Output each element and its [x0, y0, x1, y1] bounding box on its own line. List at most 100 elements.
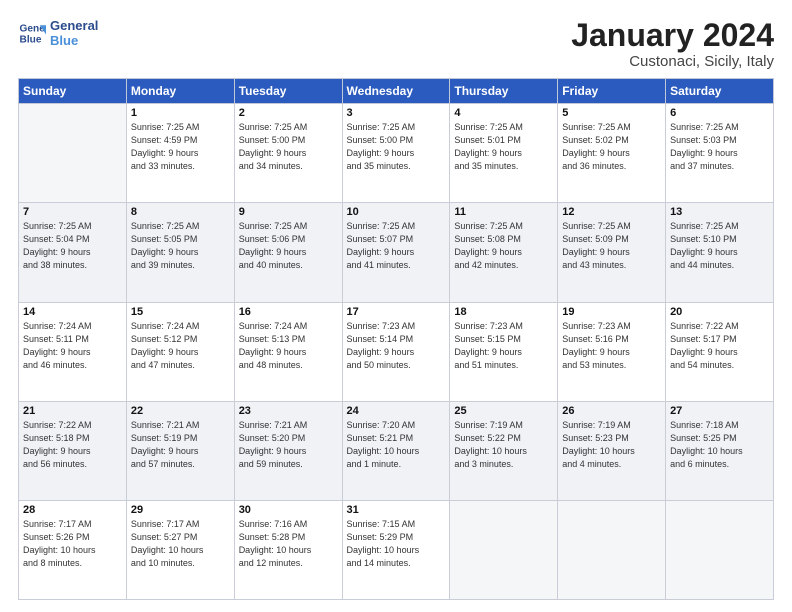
- day-number: 11: [454, 206, 553, 218]
- day-number: 3: [347, 107, 446, 119]
- day-info: Sunrise: 7:24 AM Sunset: 5:13 PM Dayligh…: [239, 320, 338, 372]
- day-info: Sunrise: 7:22 AM Sunset: 5:18 PM Dayligh…: [23, 419, 122, 471]
- day-number: 27: [670, 405, 769, 417]
- calendar-cell: 23Sunrise: 7:21 AM Sunset: 5:20 PM Dayli…: [234, 401, 342, 500]
- calendar-table: SundayMondayTuesdayWednesdayThursdayFrid…: [18, 78, 774, 600]
- day-number: 31: [347, 504, 446, 516]
- calendar-cell: 4Sunrise: 7:25 AM Sunset: 5:01 PM Daylig…: [450, 104, 558, 203]
- day-number: 2: [239, 107, 338, 119]
- day-number: 18: [454, 306, 553, 318]
- day-info: Sunrise: 7:16 AM Sunset: 5:28 PM Dayligh…: [239, 518, 338, 570]
- day-number: 1: [131, 107, 230, 119]
- location: Custonaci, Sicily, Italy: [571, 53, 774, 70]
- calendar-cell: 10 Sunrise: 7:25 AM Sunset: 5:07 PM Dayli…: [342, 203, 450, 302]
- calendar-cell: 3 Sunrise: 7:25 AM Sunset: 5:00 PM Daylig…: [342, 104, 450, 203]
- week-row-4: 21 Sunrise: 7:22 AM Sunset: 5:18 PM Dayli…: [19, 401, 774, 500]
- day-info: Sunrise: 7:25 AM Sunset: 5:03 PM Dayligh…: [670, 121, 769, 173]
- day-info: Sunrise: 7:25 AM Sunset: 5:00 PM Dayligh…: [239, 121, 338, 173]
- day-info: Sunrise: 7:25 AM Sunset: 5:07 PM Dayligh…: [347, 220, 446, 272]
- day-info: Sunrise: 7:20 AM Sunset: 5:21 PM Dayligh…: [347, 419, 446, 471]
- day-info: Sunrise: 7:25 AM Sunset: 5:00 PM Dayligh…: [347, 121, 446, 173]
- calendar-cell: [666, 500, 774, 599]
- day-info: Sunrise: 7:25 AM Sunset: 5:04 PM Dayligh…: [23, 220, 122, 272]
- calendar-cell: 20Sunrise: 7:22 AM Sunset: 5:17 PM Dayli…: [666, 302, 774, 401]
- day-info: Sunrise: 7:25 AM Sunset: 5:02 PM Dayligh…: [562, 121, 661, 173]
- weekday-sunday: Sunday: [19, 79, 127, 104]
- calendar-cell: 9 Sunrise: 7:25 AM Sunset: 5:06 PM Daylig…: [234, 203, 342, 302]
- day-number: 20: [670, 306, 769, 318]
- week-row-1: 1Sunrise: 7:25 AM Sunset: 4:59 PM Daylig…: [19, 104, 774, 203]
- calendar-cell: 27 Sunrise: 7:18 AM Sunset: 5:25 PM Dayli…: [666, 401, 774, 500]
- day-number: 12: [562, 206, 661, 218]
- calendar-cell: 7Sunrise: 7:25 AM Sunset: 5:04 PM Daylig…: [19, 203, 127, 302]
- month-title: January 2024: [571, 18, 774, 53]
- calendar-cell: 2 Sunrise: 7:25 AM Sunset: 5:00 PM Daylig…: [234, 104, 342, 203]
- weekday-saturday: Saturday: [666, 79, 774, 104]
- calendar-cell: 29 Sunrise: 7:17 AM Sunset: 5:27 PM Dayli…: [126, 500, 234, 599]
- day-info: Sunrise: 7:23 AM Sunset: 5:16 PM Dayligh…: [562, 320, 661, 372]
- day-number: 13: [670, 206, 769, 218]
- day-number: 8: [131, 206, 230, 218]
- calendar-cell: 28Sunrise: 7:17 AM Sunset: 5:26 PM Dayli…: [19, 500, 127, 599]
- calendar-cell: 22 Sunrise: 7:21 AM Sunset: 5:19 PM Dayli…: [126, 401, 234, 500]
- day-number: 15: [131, 306, 230, 318]
- day-number: 9: [239, 206, 338, 218]
- day-number: 25: [454, 405, 553, 417]
- day-number: 16: [239, 306, 338, 318]
- header: General Blue General Blue January 2024 C…: [18, 18, 774, 70]
- calendar-cell: 30 Sunrise: 7:16 AM Sunset: 5:28 PM Dayli…: [234, 500, 342, 599]
- day-info: Sunrise: 7:23 AM Sunset: 5:15 PM Dayligh…: [454, 320, 553, 372]
- calendar-cell: 5 Sunrise: 7:25 AM Sunset: 5:02 PM Daylig…: [558, 104, 666, 203]
- calendar-cell: 26 Sunrise: 7:19 AM Sunset: 5:23 PM Dayli…: [558, 401, 666, 500]
- week-row-5: 28Sunrise: 7:17 AM Sunset: 5:26 PM Dayli…: [19, 500, 774, 599]
- calendar-cell: [450, 500, 558, 599]
- day-number: 5: [562, 107, 661, 119]
- weekday-header-row: SundayMondayTuesdayWednesdayThursdayFrid…: [19, 79, 774, 104]
- calendar-cell: 1Sunrise: 7:25 AM Sunset: 4:59 PM Daylig…: [126, 104, 234, 203]
- calendar-cell: 15Sunrise: 7:24 AM Sunset: 5:12 PM Dayli…: [126, 302, 234, 401]
- calendar-cell: 19 Sunrise: 7:23 AM Sunset: 5:16 PM Dayli…: [558, 302, 666, 401]
- day-info: Sunrise: 7:19 AM Sunset: 5:23 PM Dayligh…: [562, 419, 661, 471]
- day-info: Sunrise: 7:18 AM Sunset: 5:25 PM Dayligh…: [670, 419, 769, 471]
- day-info: Sunrise: 7:17 AM Sunset: 5:26 PM Dayligh…: [23, 518, 122, 570]
- day-number: 26: [562, 405, 661, 417]
- logo-text: General Blue: [50, 18, 98, 48]
- calendar-cell: 24 Sunrise: 7:20 AM Sunset: 5:21 PM Dayli…: [342, 401, 450, 500]
- day-info: Sunrise: 7:25 AM Sunset: 5:06 PM Dayligh…: [239, 220, 338, 272]
- weekday-thursday: Thursday: [450, 79, 558, 104]
- day-info: Sunrise: 7:25 AM Sunset: 5:05 PM Dayligh…: [131, 220, 230, 272]
- svg-text:Blue: Blue: [20, 34, 42, 45]
- calendar-cell: 13 Sunrise: 7:25 AM Sunset: 5:10 PM Dayli…: [666, 203, 774, 302]
- day-info: Sunrise: 7:15 AM Sunset: 5:29 PM Dayligh…: [347, 518, 446, 570]
- day-number: 23: [239, 405, 338, 417]
- day-number: 19: [562, 306, 661, 318]
- calendar-page: General Blue General Blue January 2024 C…: [0, 0, 792, 612]
- day-info: Sunrise: 7:17 AM Sunset: 5:27 PM Dayligh…: [131, 518, 230, 570]
- calendar-cell: 17Sunrise: 7:23 AM Sunset: 5:14 PM Dayli…: [342, 302, 450, 401]
- day-number: 14: [23, 306, 122, 318]
- logo: General Blue General Blue: [18, 18, 98, 48]
- calendar-cell: 21 Sunrise: 7:22 AM Sunset: 5:18 PM Dayli…: [19, 401, 127, 500]
- day-info: Sunrise: 7:19 AM Sunset: 5:22 PM Dayligh…: [454, 419, 553, 471]
- day-info: Sunrise: 7:25 AM Sunset: 5:01 PM Dayligh…: [454, 121, 553, 173]
- weekday-friday: Friday: [558, 79, 666, 104]
- day-number: 21: [23, 405, 122, 417]
- title-block: January 2024 Custonaci, Sicily, Italy: [571, 18, 774, 70]
- day-number: 6: [670, 107, 769, 119]
- day-number: 22: [131, 405, 230, 417]
- day-number: 24: [347, 405, 446, 417]
- week-row-2: 7Sunrise: 7:25 AM Sunset: 5:04 PM Daylig…: [19, 203, 774, 302]
- calendar-cell: 18 Sunrise: 7:23 AM Sunset: 5:15 PM Dayli…: [450, 302, 558, 401]
- day-info: Sunrise: 7:25 AM Sunset: 5:10 PM Dayligh…: [670, 220, 769, 272]
- day-info: Sunrise: 7:24 AM Sunset: 5:11 PM Dayligh…: [23, 320, 122, 372]
- day-info: Sunrise: 7:21 AM Sunset: 5:19 PM Dayligh…: [131, 419, 230, 471]
- day-number: 10: [347, 206, 446, 218]
- calendar-cell: 11 Sunrise: 7:25 AM Sunset: 5:08 PM Dayli…: [450, 203, 558, 302]
- day-number: 30: [239, 504, 338, 516]
- weekday-monday: Monday: [126, 79, 234, 104]
- day-info: Sunrise: 7:25 AM Sunset: 5:08 PM Dayligh…: [454, 220, 553, 272]
- svg-text:General: General: [20, 23, 46, 34]
- calendar-cell: 8 Sunrise: 7:25 AM Sunset: 5:05 PM Daylig…: [126, 203, 234, 302]
- day-number: 29: [131, 504, 230, 516]
- calendar-cell: [558, 500, 666, 599]
